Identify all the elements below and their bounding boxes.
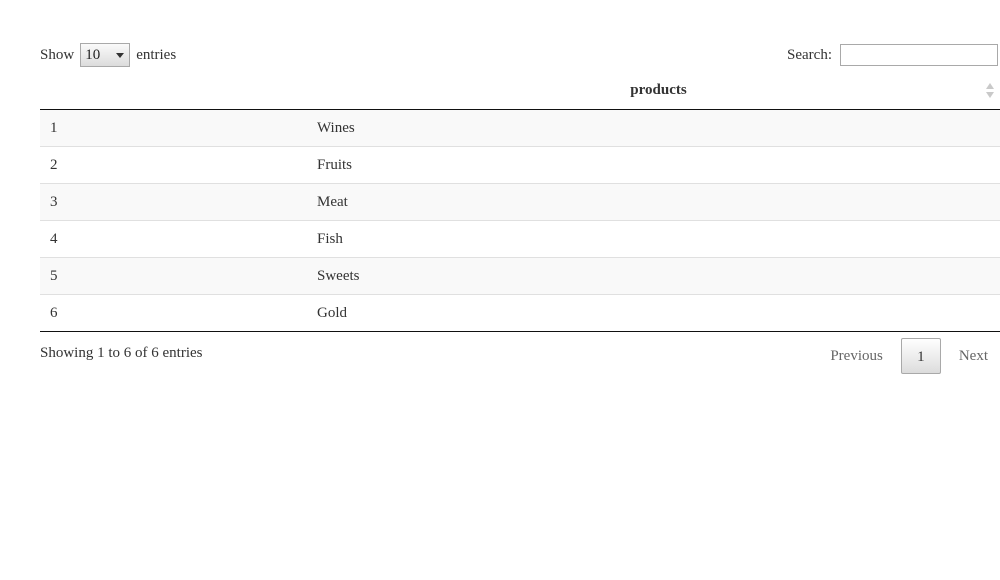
table-controls: Show 10 entries Search: <box>40 41 1000 69</box>
table-row: 1 Wines <box>40 109 1000 147</box>
row-index: 6 <box>40 294 317 332</box>
table-row: 5 Sweets <box>40 257 1000 295</box>
data-table: products 1 Wines 2 Fruits 3 Meat 4 Fish … <box>40 72 1000 332</box>
row-index: 5 <box>40 257 317 295</box>
row-product: Fish <box>317 220 1000 258</box>
row-index: 3 <box>40 183 317 221</box>
row-product: Wines <box>317 109 1000 147</box>
page-button-current[interactable]: 1 <box>900 338 941 374</box>
search-input[interactable] <box>840 44 998 66</box>
sort-icon <box>986 83 994 99</box>
search-label: Search: <box>787 46 832 63</box>
table-info: Showing 1 to 6 of 6 entries <box>40 345 203 361</box>
page-length-value: 10 <box>85 47 101 63</box>
row-index: 1 <box>40 109 317 147</box>
page-length-select[interactable]: 10 <box>80 43 131 67</box>
table-row: 6 Gold <box>40 294 1000 332</box>
show-label: Show <box>40 46 75 63</box>
chevron-down-icon <box>116 53 125 58</box>
entries-label: entries <box>136 46 177 63</box>
products-header-label: products <box>630 82 687 98</box>
table-footer: Showing 1 to 6 of 6 entries Previous 1 N… <box>40 337 1000 377</box>
row-product: Meat <box>317 183 1000 221</box>
previous-button[interactable]: Previous <box>818 338 895 374</box>
row-product: Fruits <box>317 146 1000 184</box>
table-row: 2 Fruits <box>40 146 1000 184</box>
row-product: Sweets <box>317 257 1000 295</box>
products-column-header[interactable]: products <box>317 72 1000 110</box>
row-index: 2 <box>40 146 317 184</box>
index-column-header <box>40 72 317 110</box>
table-row: 3 Meat <box>40 183 1000 221</box>
row-index: 4 <box>40 220 317 258</box>
length-menu: Show 10 entries <box>40 41 176 69</box>
table-header-row: products <box>40 72 1000 110</box>
row-product: Gold <box>317 294 1000 332</box>
next-button[interactable]: Next <box>947 338 1000 374</box>
search-filter: Search: <box>787 41 998 69</box>
pagination: Previous 1 Next <box>818 337 1000 375</box>
table-row: 4 Fish <box>40 220 1000 258</box>
